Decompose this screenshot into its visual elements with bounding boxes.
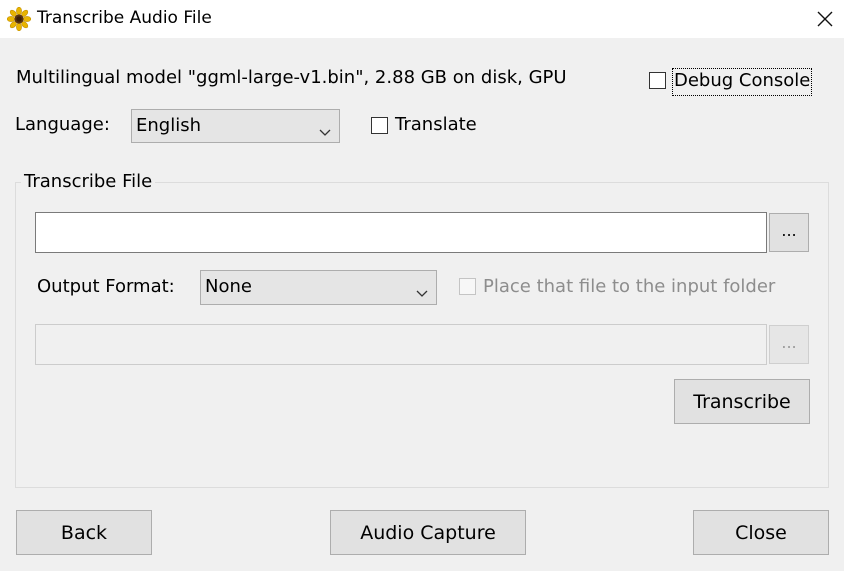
transcribe-file-group-title: Transcribe File	[21, 171, 156, 193]
language-select-value: English	[136, 115, 201, 136]
window-title: Transcribe Audio File	[37, 8, 212, 28]
close-button[interactable]: Close	[693, 510, 829, 555]
model-info: Multilingual model "ggml-large-v1.bin", …	[16, 67, 567, 88]
place-in-input-folder-checkbox[interactable]	[459, 278, 476, 295]
output-format-select-value: None	[205, 276, 252, 297]
chevron-down-icon	[319, 121, 331, 143]
language-select[interactable]: English	[131, 109, 340, 143]
output-file-field[interactable]	[35, 324, 767, 365]
close-icon[interactable]	[810, 4, 840, 34]
language-label: Language:	[15, 114, 110, 135]
output-format-label: Output Format:	[37, 276, 175, 297]
translate-label[interactable]: Translate	[395, 114, 477, 136]
debug-console-label[interactable]: Debug Console	[674, 70, 810, 92]
chevron-down-icon	[416, 282, 428, 304]
input-file-field[interactable]	[35, 212, 767, 253]
place-in-input-folder-label: Place that file to the input folder	[483, 276, 776, 297]
title-bar: Transcribe Audio File	[0, 0, 844, 38]
browse-input-button[interactable]: ...	[769, 213, 809, 252]
debug-console-checkbox[interactable]	[649, 72, 666, 89]
transcribe-button[interactable]: Transcribe	[674, 379, 810, 424]
audio-capture-button[interactable]: Audio Capture	[330, 510, 526, 555]
translate-checkbox[interactable]	[371, 117, 388, 134]
output-format-select[interactable]: None	[200, 270, 437, 305]
browse-output-button[interactable]: ...	[769, 325, 809, 364]
back-button[interactable]: Back	[16, 510, 152, 555]
sunflower-icon	[6, 6, 32, 32]
